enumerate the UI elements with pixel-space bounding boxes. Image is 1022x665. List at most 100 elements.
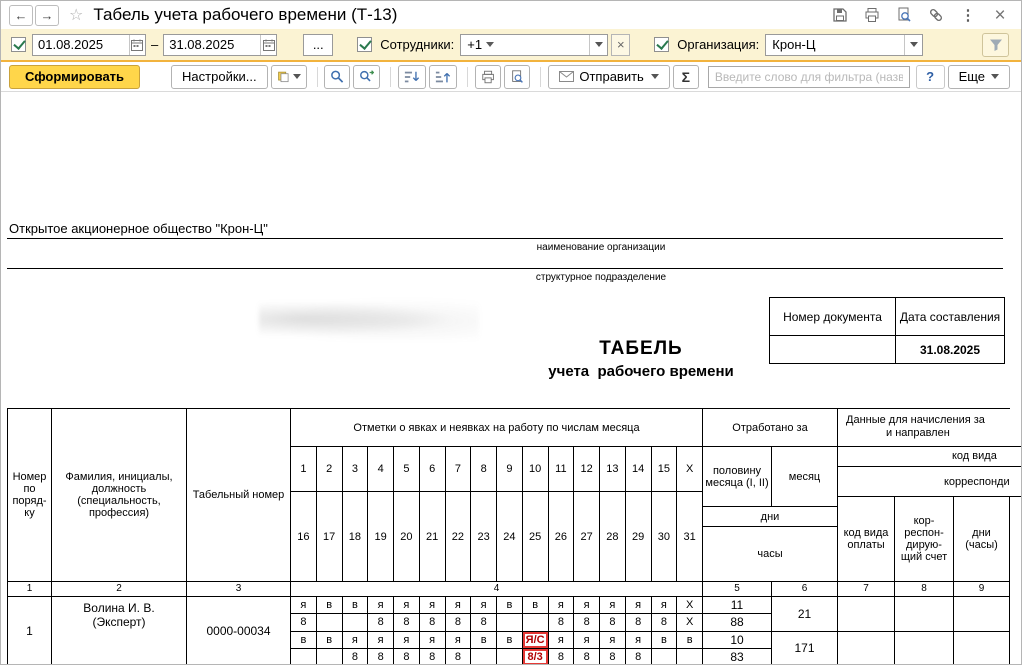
- back-button[interactable]: ←: [9, 5, 33, 26]
- mark-cell: я: [420, 632, 446, 649]
- header-month: месяц: [772, 447, 838, 507]
- send-button[interactable]: Отправить: [548, 65, 669, 89]
- mark-cell: в: [497, 632, 523, 649]
- save-button[interactable]: [827, 4, 853, 26]
- period-checkbox[interactable]: [11, 37, 26, 52]
- organization-field[interactable]: Крон-Ц: [765, 34, 923, 56]
- preview-header-button[interactable]: [891, 4, 917, 26]
- date-to-calendar-button[interactable]: [260, 35, 276, 55]
- dropdown-arrow-icon: [595, 42, 603, 47]
- day-number-cell: 22: [446, 492, 472, 582]
- corr-account-cells: [895, 597, 954, 665]
- hours-cell: [652, 649, 678, 665]
- organization-dropdown-button[interactable]: [904, 35, 922, 55]
- get-link-button[interactable]: [923, 4, 949, 26]
- month-hours-cell: 171: [772, 632, 838, 665]
- more-label: Еще: [959, 69, 985, 84]
- doc-date-value: 31.08.2025: [896, 336, 1004, 363]
- hours-cell: 8: [394, 649, 420, 665]
- toolbar-separator: [467, 67, 468, 87]
- header-pay-code: код вида оплаты: [838, 497, 895, 582]
- hours-cell: [343, 614, 369, 631]
- close-icon: ×: [994, 6, 1005, 25]
- date-from-calendar-button[interactable]: [129, 35, 145, 55]
- half-total-cell: 11: [703, 597, 772, 614]
- back-arrow-icon: ←: [15, 8, 28, 23]
- employees-field[interactable]: +1: [460, 34, 608, 56]
- calendar-icon: [263, 39, 275, 51]
- employees-dropdown-button[interactable]: [589, 35, 607, 55]
- printer-icon: [481, 69, 495, 85]
- filter-panel: – ... Сотрудники: +1 × Организация: Крон…: [1, 29, 1021, 62]
- day-numbers-row-1: 123456789101112131415X: [291, 447, 703, 492]
- hours-cell: 8: [652, 614, 678, 631]
- marks-second-half-row: ввяяяяяввЯ/Сяяяявв: [291, 632, 703, 649]
- close-button[interactable]: ×: [987, 4, 1013, 26]
- header-worked-group: Отработано за: [703, 409, 838, 447]
- period-more-button[interactable]: ...: [303, 34, 333, 56]
- day-number-cell: 7: [446, 447, 472, 492]
- day-number-cell: 2: [317, 447, 343, 492]
- title-bar: ← → ☆ Табель учета рабочего времени (Т-1…: [1, 1, 1021, 29]
- day-number-cell: 12: [574, 447, 600, 492]
- generate-button[interactable]: Сформировать: [9, 65, 140, 89]
- organization-label: Организация:: [677, 37, 759, 52]
- date-to-input[interactable]: [164, 35, 260, 55]
- day-number-cell: 29: [626, 492, 652, 582]
- day-number-cell: 3: [343, 447, 369, 492]
- dropdown-arrow-icon: [910, 42, 918, 47]
- employee-number: 1: [8, 597, 52, 665]
- mark-cell: я: [574, 597, 600, 614]
- favorite-star-icon[interactable]: ☆: [69, 5, 83, 25]
- day-number-cell: 13: [600, 447, 626, 492]
- sort-asc-button[interactable]: [429, 65, 457, 89]
- quick-filter-input[interactable]: [708, 66, 910, 88]
- pay-code-strip: код вида: [838, 447, 1021, 467]
- hours-cell: [497, 614, 523, 631]
- more-actions-button[interactable]: Еще: [948, 65, 1010, 89]
- hours-cell: [317, 649, 343, 665]
- organization-checkbox[interactable]: [654, 37, 669, 52]
- employee-name: Волина И. В. (Эксперт): [52, 597, 187, 665]
- employee-name-line2: (Эксперт): [92, 615, 145, 629]
- days-hours-cells: [954, 597, 1010, 665]
- half-total-cell: 83: [703, 649, 772, 665]
- forward-button[interactable]: →: [35, 5, 59, 26]
- day-number-cell: 18: [343, 492, 369, 582]
- more-menu-button[interactable]: ⋮: [955, 4, 981, 26]
- numbering-cell: 9: [954, 582, 1010, 597]
- print-preview-button[interactable]: [504, 65, 530, 89]
- empty-cell: [954, 632, 1010, 665]
- print-button[interactable]: [475, 65, 501, 89]
- search-button[interactable]: [324, 65, 350, 89]
- header-tab-number: Табельный номер: [187, 409, 291, 582]
- filter-settings-button[interactable]: [982, 33, 1009, 57]
- employees-checkbox[interactable]: [357, 37, 372, 52]
- numbering-cell: 7: [838, 582, 895, 597]
- column-number: Номер по поряд-ку 1 1: [8, 409, 52, 665]
- printer-icon: [864, 7, 880, 23]
- hours-cell: 8: [471, 614, 497, 631]
- report-variants-button[interactable]: [271, 65, 307, 89]
- date-from-input[interactable]: [33, 35, 129, 55]
- settings-button[interactable]: Настройки...: [171, 65, 268, 89]
- sort-desc-button[interactable]: [398, 65, 426, 89]
- hours-cell: [471, 649, 497, 665]
- search-next-button[interactable]: [353, 65, 380, 89]
- timesheet-table: Номер по поряд-ку 1 1 Фамилия, инициалы,…: [7, 408, 1010, 665]
- hours-cell: [523, 614, 549, 631]
- help-button[interactable]: ?: [916, 65, 945, 89]
- pay-data-line2: и направлен: [838, 427, 1021, 440]
- day-number-cell: 14: [626, 447, 652, 492]
- envelope-icon: [559, 71, 574, 82]
- mark-cell: я: [368, 632, 394, 649]
- mark-cell: я: [549, 597, 575, 614]
- period-dash: –: [151, 37, 158, 52]
- sum-button[interactable]: Σ: [673, 65, 699, 89]
- mark-cell: в: [652, 632, 678, 649]
- header-corr-account: кор-респон-дирую-щий счет: [895, 497, 954, 582]
- mark-cell: в: [523, 597, 549, 614]
- print-header-button[interactable]: [859, 4, 885, 26]
- mark-cell: я: [626, 597, 652, 614]
- employees-clear-button[interactable]: ×: [611, 34, 630, 56]
